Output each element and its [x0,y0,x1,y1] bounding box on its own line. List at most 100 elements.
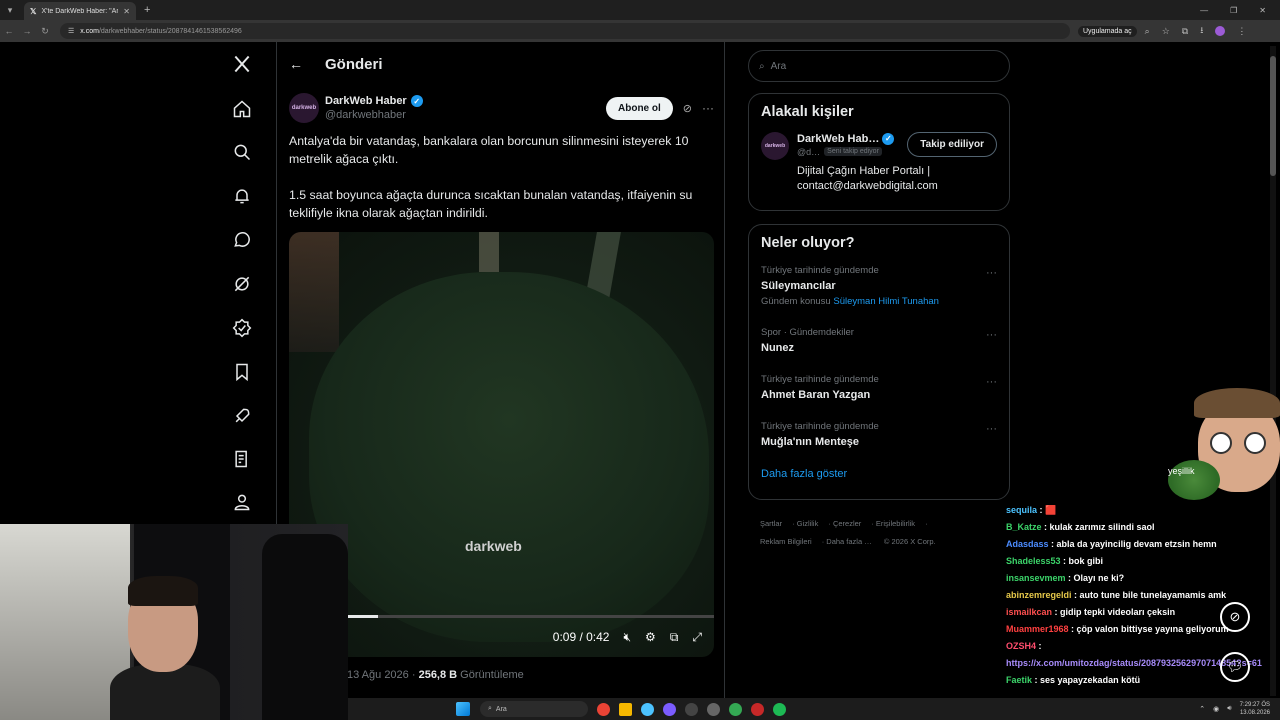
jobs-rocket-icon[interactable] [230,404,254,428]
trend-more-icon[interactable]: ··· [986,329,997,341]
search-input[interactable]: ⌕ Ara [748,50,1010,82]
restore-icon[interactable]: ❐ [1230,6,1237,15]
home-icon[interactable] [230,97,254,121]
scrollbar-thumb[interactable] [1270,56,1276,176]
grok-explain-icon[interactable]: ⊘ [683,102,692,115]
trend-name: Ahmet Baran Yazgan [761,389,871,401]
show-more-link[interactable]: Daha fazla göster [749,468,1009,480]
search-placeholder: Ara [770,60,787,72]
trend-item[interactable]: Spor · Gündemdekiler Nunez ··· [749,327,1009,374]
chat-bubble-icon[interactable]: 💬︎ [1220,652,1250,682]
fullscreen-icon[interactable]: ⤢ [692,630,702,645]
trend-more-icon[interactable]: ··· [986,423,997,435]
author-name-row[interactable]: DarkWeb Haber ✓ [325,95,423,107]
app-icon[interactable] [751,702,764,716]
steam-icon[interactable] [685,702,698,716]
related-name-row[interactable]: DarkWeb Hab… ✓ [797,132,895,145]
footer-link[interactable]: Daha fazla … [826,537,871,546]
browser-menu-icon[interactable]: ⋮ [1237,26,1246,37]
messages-icon[interactable] [230,228,254,252]
tray-chevron-icon[interactable]: ⌃ [1199,705,1205,713]
tab-title: X'te DarkWeb Haber: "Antalya'… [41,7,118,15]
following-button[interactable]: Takip ediliyor [907,132,997,157]
premium-verified-icon[interactable] [230,316,254,340]
video-progress-bar[interactable] [289,615,714,618]
author-handle[interactable]: @darkwebhaber [325,109,423,121]
back-arrow-icon[interactable]: ← [289,56,303,72]
trend-more-icon[interactable]: ··· [986,376,997,388]
bookmarks-icon[interactable] [230,360,254,384]
settings-gear-icon[interactable]: ⚙ [645,630,656,644]
footer-link[interactable]: Reklam Bilgileri [760,537,812,546]
footer-link[interactable]: Şartlar [760,519,782,528]
minimize-icon[interactable]: — [1200,6,1208,15]
grok-icon[interactable] [230,272,254,296]
footer-link[interactable]: Gizlilik [797,519,819,528]
mascot-bowl-label: yeşillik [1168,466,1195,476]
footer-link[interactable]: Çerezler [833,519,861,528]
bookmark-star-icon[interactable]: ☆ [1162,26,1170,37]
related-avatar[interactable]: darkweb [761,132,789,160]
post-paragraph-1: Antalya'da bir vatandaş, bankalara olan … [289,134,689,166]
back-icon[interactable]: ← [0,26,18,36]
related-handle[interactable]: @d… [797,147,820,157]
zoom-icon[interactable]: ⌕ [1145,26,1150,37]
more-options-icon[interactable]: ··· [702,101,714,115]
copyright: © 2026 X Corp. [883,537,936,546]
wifi-icon[interactable]: ◉ [1213,705,1219,713]
taskbar-clock[interactable]: 7:29:27 ÖS 13.08.2026 [1240,701,1270,717]
page-scrollbar[interactable] [1270,46,1276,696]
windows-start-icon[interactable] [456,702,470,716]
subscribe-button[interactable]: Abone ol [606,96,673,120]
trend-more-icon[interactable]: ··· [986,267,997,279]
browser-tab[interactable]: 𝕏 X'te DarkWeb Haber: "Antalya'… ✕ [24,2,136,20]
volume-icon[interactable]: 🔊︎ [1227,705,1231,713]
chat-text: kulak zarımız silindi saol [1049,522,1155,532]
post-date[interactable]: 13 Ağu 2026 [347,669,409,681]
profile-avatar[interactable] [1215,26,1226,36]
related-name[interactable]: DarkWeb Hab… [797,133,879,145]
tab-close-icon[interactable]: ✕ [123,7,130,16]
webcam-streamer-hair [128,576,198,606]
open-in-app-button[interactable]: Uygulamada aç [1078,25,1137,37]
address-bar-row: ← → ↻ ☰ x.com /darkwebhaber/status/20878… [0,20,1280,42]
notifications-bell-icon[interactable] [230,184,254,208]
file-explorer-icon[interactable] [619,702,632,716]
video-background-wall [289,232,339,352]
footer-link[interactable]: Erişilebilirlik [876,519,915,528]
author-avatar[interactable]: darkweb [289,93,319,123]
site-info-icon[interactable]: ☰ [68,27,74,35]
trend-sub-link[interactable]: Süleyman Hilmi Tunahan [833,296,939,307]
video-time: 0:09 / 0:42 [552,630,610,644]
related-body: DarkWeb Hab… ✓ @d… Seni takip ediyor Tak… [797,132,997,160]
author-name[interactable]: DarkWeb Haber [325,95,407,107]
reload-icon[interactable]: ↻ [36,26,54,37]
chrome-app-icon[interactable] [729,702,742,716]
extensions-icon[interactable]: ⧉ [1182,26,1188,37]
forward-icon[interactable]: → [18,26,36,36]
trend-item[interactable]: Türkiye tarihinde gündemde Ahmet Baran Y… [749,374,1009,421]
related-person[interactable]: darkweb DarkWeb Hab… ✓ @d… Seni takip ed… [749,120,1009,160]
spotify-icon[interactable] [773,702,786,716]
video-player[interactable]: darkweb 0:09 / 0:42 🔇︎ ⚙ ⧉ ⤢ [289,232,714,657]
grok-overlay-icon[interactable]: ⊘ [1220,602,1250,632]
taskbar-search[interactable]: ⌕ Ara [480,701,588,717]
trend-item[interactable]: Türkiye tarihinde gündemde Muğla'nın Men… [749,421,1009,468]
tab-search-icon[interactable]: ▾ [0,5,20,16]
downloads-icon[interactable]: ⭳ [1200,23,1203,39]
profile-icon[interactable] [230,490,254,514]
chrome-app-icon[interactable] [597,702,610,716]
views-label: Görüntüleme [460,669,524,681]
picture-in-picture-icon[interactable]: ⧉ [670,630,679,645]
app-icon[interactable] [641,702,654,716]
trend-item[interactable]: Türkiye tarihinde gündemde Süleymancılar… [749,265,1009,327]
x-logo-icon[interactable] [230,52,254,76]
discord-icon[interactable] [663,702,676,716]
obs-icon[interactable] [707,702,720,716]
url-field[interactable]: ☰ x.com /darkwebhaber/status/20878414615… [60,23,1070,39]
new-tab-button[interactable]: + [144,4,150,16]
mute-icon[interactable]: 🔇︎ [623,630,631,645]
articles-icon[interactable] [230,447,254,471]
close-window-icon[interactable]: ✕ [1259,6,1266,15]
explore-search-icon[interactable] [230,140,254,164]
